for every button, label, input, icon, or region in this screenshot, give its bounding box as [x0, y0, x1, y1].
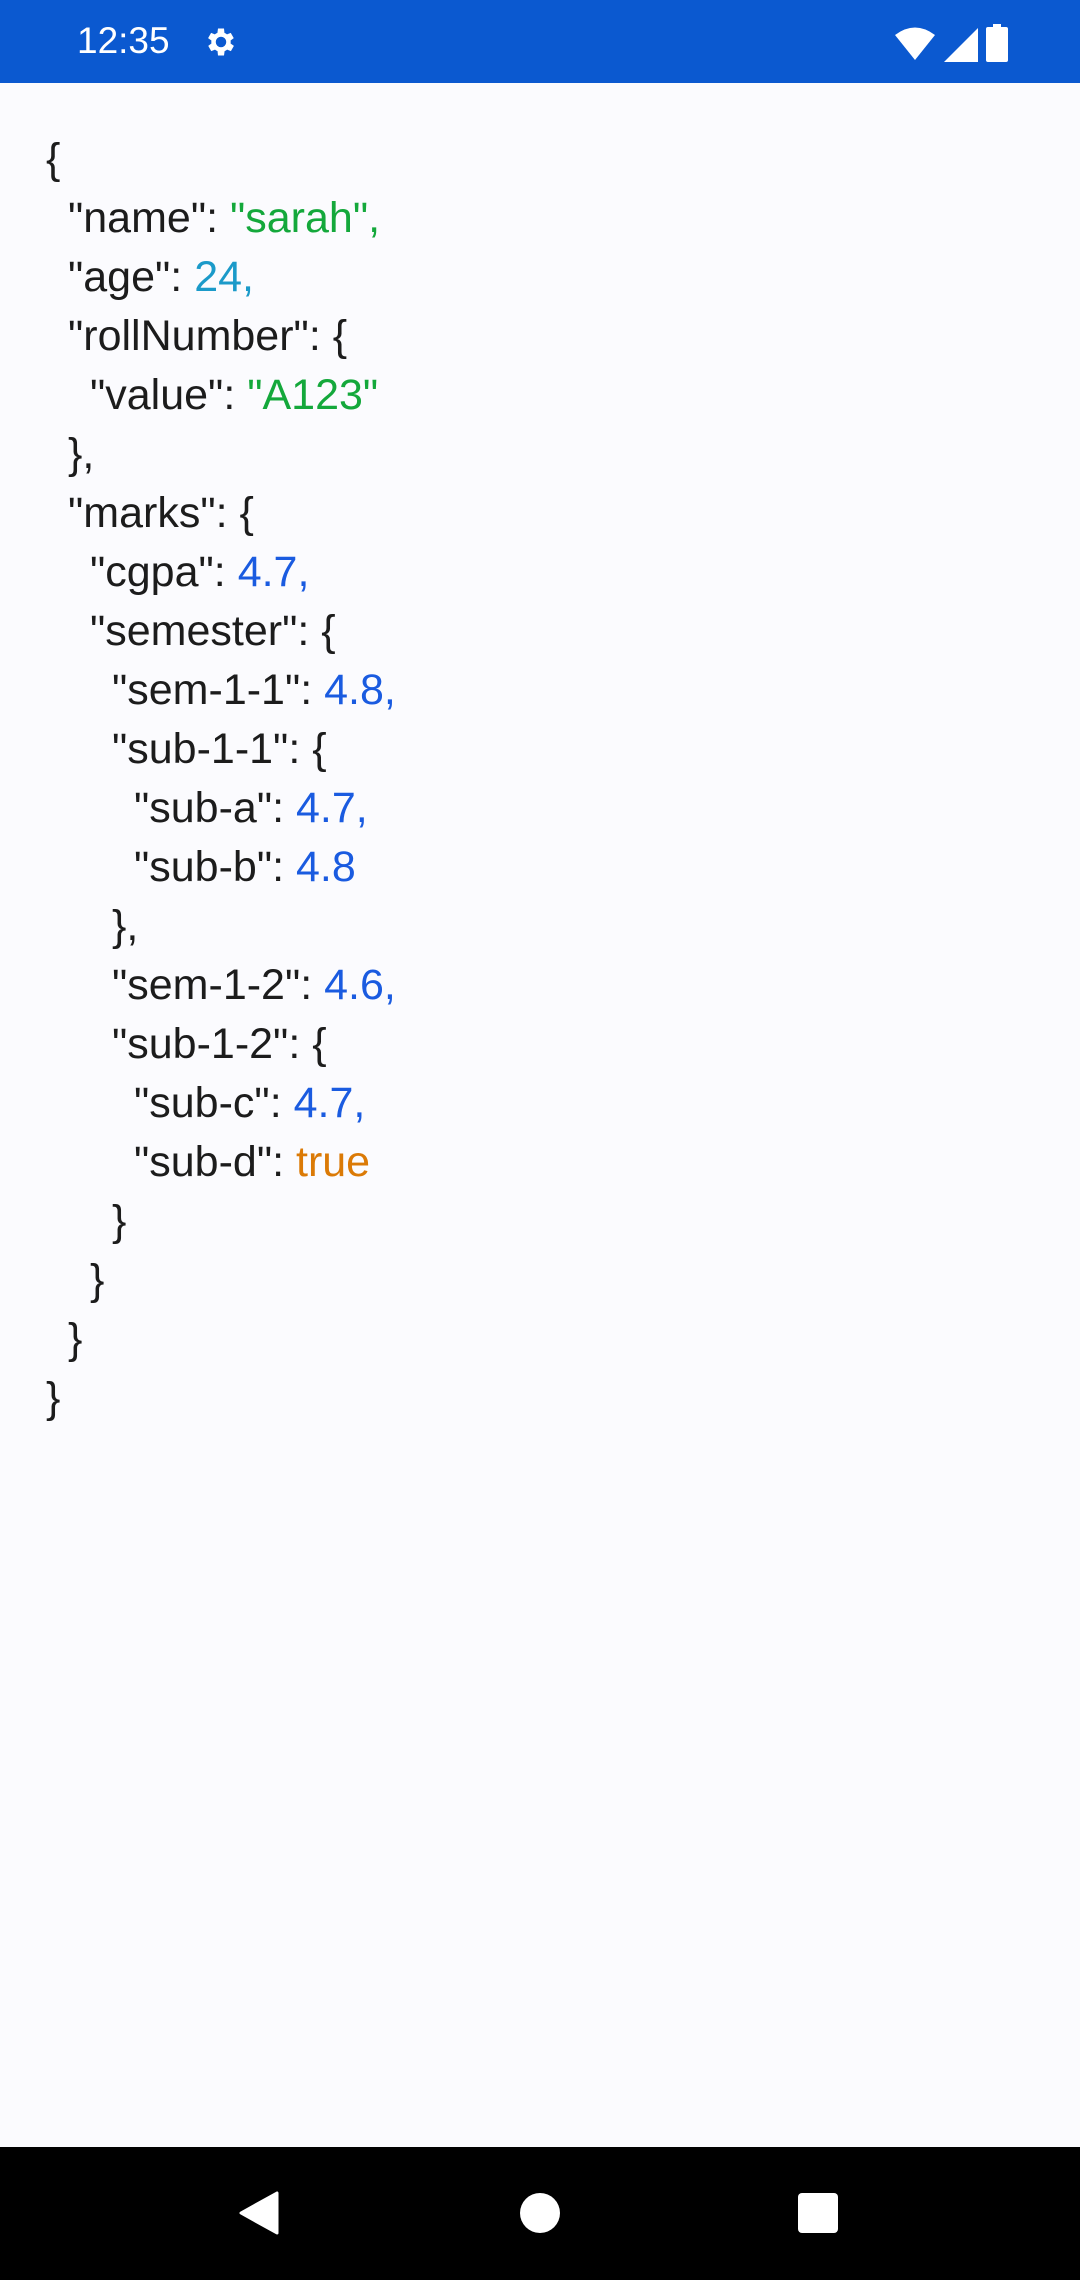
open-brace: {: [312, 725, 327, 773]
json-line: }: [46, 1310, 396, 1369]
json-line: "sub-a": 4.7,: [134, 784, 368, 832]
close-brace: }: [112, 902, 127, 950]
json-value-float: 4.6: [324, 961, 384, 1009]
close-brace: }: [68, 1315, 83, 1363]
json-key: "sub-c": [134, 1079, 270, 1127]
json-value-float: 4.7: [293, 1079, 354, 1127]
home-icon: [520, 2193, 560, 2233]
open-brace: {: [46, 135, 61, 183]
json-value-float: 4.8: [296, 843, 356, 891]
json-line: }: [46, 1192, 396, 1251]
home-button[interactable]: [512, 2185, 568, 2241]
json-value-float: 4.7: [237, 548, 298, 596]
json-viewer: {"name": "sarah", "age": 24, "rollNumber":…: [46, 130, 396, 1428]
json-line: "sub-1-2": {: [112, 1020, 327, 1068]
status-bar: 12:35: [0, 0, 1080, 83]
close-brace: }: [90, 1256, 105, 1304]
json-key: "sub-a": [134, 784, 273, 832]
json-line: "sem-1-2": 4.6,: [112, 961, 396, 1009]
back-button[interactable]: [231, 2185, 287, 2241]
close-brace: }: [112, 1197, 127, 1245]
open-brace: {: [321, 607, 336, 655]
json-line: "marks": {: [68, 489, 254, 537]
json-line: }: [46, 1251, 396, 1310]
json-key: "age": [68, 253, 171, 301]
recents-icon: [798, 2193, 838, 2233]
json-value-string: "sarah": [230, 194, 369, 242]
close-brace: }: [46, 1374, 61, 1422]
json-value-string: "A123": [247, 371, 379, 419]
json-line: "name": "sarah",: [68, 194, 381, 242]
json-line: "age": 24,: [68, 253, 254, 301]
json-key: "sub-1-2": [112, 1020, 289, 1068]
open-brace: {: [239, 489, 254, 537]
json-value-float: 4.7: [296, 784, 356, 832]
json-line: "cgpa": 4.7,: [90, 548, 310, 596]
json-key: "sub-d": [134, 1138, 273, 1186]
json-line: "sub-1-1": {: [112, 725, 327, 773]
navigation-bar: [0, 2147, 1080, 2280]
status-time: 12:35: [77, 20, 170, 61]
settings-icon: [208, 28, 234, 56]
json-key: "sub-1-1": [112, 725, 289, 773]
json-line: "value": "A123": [90, 371, 379, 419]
battery-icon: [986, 24, 1008, 62]
close-brace: }: [68, 430, 83, 478]
json-key: "name": [68, 194, 207, 242]
recents-button[interactable]: [790, 2185, 846, 2241]
json-value-float: 4.8: [324, 666, 384, 714]
wifi-icon: [895, 27, 935, 60]
json-key: "value": [90, 371, 224, 419]
open-brace: {: [332, 312, 348, 360]
json-line: },: [112, 902, 139, 950]
json-key: "sub-b": [134, 843, 273, 891]
json-key: "sem-1-2": [112, 961, 301, 1009]
json-key: "semester": [90, 607, 298, 655]
json-line: "sub-c": 4.7,: [134, 1079, 366, 1127]
json-line: "rollNumber": {: [68, 312, 348, 360]
json-key: "rollNumber": [68, 312, 309, 360]
json-line: },: [68, 430, 95, 478]
json-line: "sub-b": 4.8: [134, 843, 356, 891]
json-line: "sem-1-1": 4.8,: [112, 666, 396, 714]
json-line: }: [46, 1369, 396, 1428]
json-key: "marks": [68, 489, 216, 537]
json-line: "sub-d": true: [134, 1138, 371, 1186]
json-line: {: [46, 130, 396, 189]
json-line: "semester": {: [90, 607, 336, 655]
json-value-boolean: true: [296, 1138, 371, 1186]
json-key: "sem-1-1": [112, 666, 301, 714]
back-icon: [239, 2191, 279, 2235]
json-key: "cgpa": [90, 548, 214, 596]
signal-icon: [944, 28, 978, 62]
json-value-integer: 24: [194, 253, 243, 301]
open-brace: {: [312, 1020, 327, 1068]
